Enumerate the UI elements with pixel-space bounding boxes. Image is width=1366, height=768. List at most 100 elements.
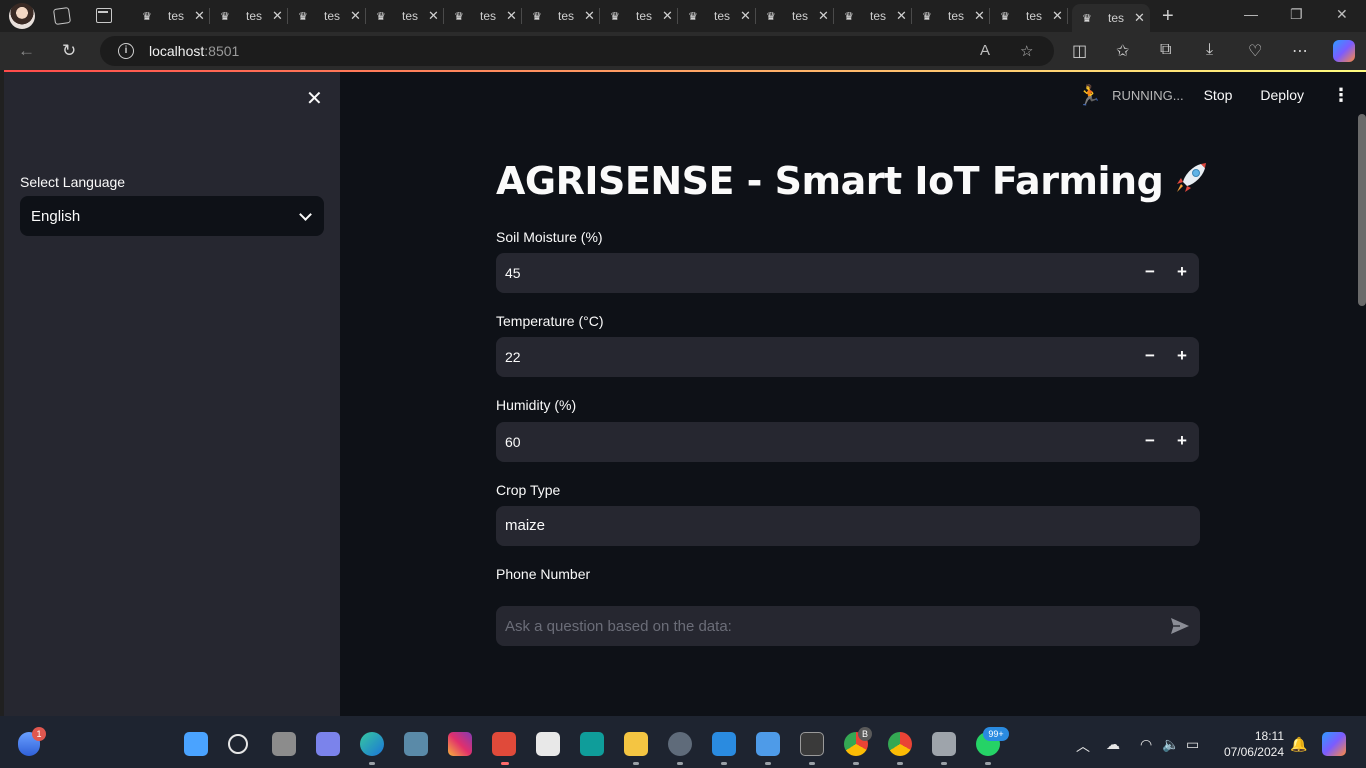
increment-button[interactable]: + xyxy=(1170,430,1194,454)
decrement-button[interactable]: − xyxy=(1138,345,1162,369)
close-tab-icon[interactable]: ✕ xyxy=(272,8,283,24)
onedrive-icon[interactable]: ☁ xyxy=(1106,736,1120,753)
clock-time: 18:11 xyxy=(1254,729,1284,743)
back-button[interactable]: ← xyxy=(18,41,35,61)
close-window-button[interactable]: ✕ xyxy=(1336,6,1348,23)
soil-moisture-value: 45 xyxy=(505,265,521,281)
snipping-tool-icon[interactable] xyxy=(536,732,560,756)
notepad-icon[interactable] xyxy=(756,732,780,756)
read-aloud-icon[interactable]: A xyxy=(980,42,990,59)
chrome-icon[interactable] xyxy=(888,732,912,756)
sidebar: ✕ Select Language English xyxy=(4,72,340,716)
close-tab-icon[interactable]: ✕ xyxy=(662,8,673,24)
volume-icon[interactable]: 🔈 xyxy=(1162,736,1179,753)
browser-tab[interactable]: ♛ tes ✕ xyxy=(366,4,444,28)
chat-input[interactable] xyxy=(496,606,1200,646)
close-sidebar-icon[interactable]: ✕ xyxy=(306,86,323,111)
close-tab-icon[interactable]: ✕ xyxy=(1052,8,1063,24)
close-tab-icon[interactable]: ✕ xyxy=(428,8,439,24)
drone-app-icon[interactable] xyxy=(404,732,428,756)
terminal-icon[interactable] xyxy=(800,732,824,756)
crop-type-input[interactable]: maize xyxy=(496,506,1200,546)
temperature-input[interactable]: 22 − + xyxy=(496,337,1199,377)
close-tab-icon[interactable]: ✕ xyxy=(740,8,751,24)
instagram-icon[interactable] xyxy=(448,732,472,756)
site-info-icon[interactable]: i xyxy=(118,43,134,59)
close-tab-icon[interactable]: ✕ xyxy=(1134,10,1145,26)
microsoft-store-icon[interactable] xyxy=(492,732,516,756)
crop-type-label: Crop Type xyxy=(496,482,561,498)
main-menu-icon[interactable]: ⋮ xyxy=(1332,85,1350,106)
vscode-icon[interactable] xyxy=(712,732,736,756)
arduino-icon[interactable] xyxy=(580,732,604,756)
favorite-star-icon[interactable]: ☆ xyxy=(1020,42,1033,60)
wifi-icon[interactable]: ◠ xyxy=(1140,736,1152,753)
file-explorer-icon[interactable] xyxy=(624,732,648,756)
split-screen-icon[interactable]: ◫ xyxy=(1072,41,1087,61)
search-icon[interactable] xyxy=(228,734,248,754)
address-bar[interactable]: i localhost:8501 A ☆ xyxy=(100,36,1054,66)
battery-icon[interactable]: ▭ xyxy=(1186,736,1199,753)
downloads-icon[interactable]: ⤓ xyxy=(1206,41,1213,59)
browser-tab[interactable]: ♛ tes ✕ xyxy=(756,4,834,28)
browser-tab[interactable]: ♛ tes ✕ xyxy=(678,4,756,28)
minimize-button[interactable]: — xyxy=(1244,6,1258,22)
close-tab-icon[interactable]: ✕ xyxy=(506,8,517,24)
notification-bell-icon[interactable]: 🔔 xyxy=(1290,736,1307,753)
browser-tab[interactable]: ♛ tes ✕ xyxy=(132,4,210,28)
close-tab-icon[interactable]: ✕ xyxy=(974,8,985,24)
profile-avatar[interactable] xyxy=(9,3,35,29)
send-icon[interactable] xyxy=(1170,617,1190,635)
url-text[interactable]: localhost:8501 xyxy=(149,43,239,59)
browser-tab[interactable]: ♛ tes ✕ xyxy=(600,4,678,28)
decrement-button[interactable]: − xyxy=(1138,261,1162,285)
workspaces-icon[interactable] xyxy=(52,6,72,26)
browser-tab[interactable]: ♛ tes ✕ xyxy=(990,4,1068,28)
streamlit-crown-icon: ♛ xyxy=(1000,10,1010,23)
show-hidden-icons-icon[interactable]: ︿ xyxy=(1076,736,1090,756)
browser-tab-active[interactable]: ♛ tes ✕ xyxy=(1072,4,1150,32)
close-tab-icon[interactable]: ✕ xyxy=(584,8,595,24)
temperature-value: 22 xyxy=(505,349,521,365)
browser-tab[interactable]: ♛ tes ✕ xyxy=(834,4,912,28)
deploy-button[interactable]: Deploy xyxy=(1260,87,1304,103)
close-tab-icon[interactable]: ✕ xyxy=(818,8,829,24)
humidity-input[interactable]: 60 − + xyxy=(496,422,1199,462)
close-tab-icon[interactable]: ✕ xyxy=(194,8,205,24)
settings-icon[interactable] xyxy=(668,732,692,756)
main-content: AGRISENSE - Smart IoT Farming Soil Moist… xyxy=(496,70,1207,716)
settings-more-icon[interactable]: ⋯ xyxy=(1292,41,1308,61)
browser-essentials-icon[interactable]: ♡ xyxy=(1248,41,1262,61)
refresh-button[interactable]: ↻ xyxy=(62,41,76,61)
edge-icon[interactable] xyxy=(360,732,384,756)
increment-button[interactable]: + xyxy=(1170,261,1194,285)
browser-tab[interactable]: ♛ tes ✕ xyxy=(288,4,366,28)
increment-button[interactable]: + xyxy=(1170,345,1194,369)
collections-icon[interactable]: ⧉ xyxy=(1160,41,1171,59)
clock[interactable]: 18:11 07/06/2024 xyxy=(1220,728,1284,760)
close-tab-icon[interactable]: ✕ xyxy=(896,8,907,24)
stop-button[interactable]: Stop xyxy=(1204,87,1233,103)
browser-tab[interactable]: ♛ tes ✕ xyxy=(522,4,600,28)
soil-moisture-input[interactable]: 45 − + xyxy=(496,253,1199,293)
task-view-icon[interactable] xyxy=(272,732,296,756)
decrement-button[interactable]: − xyxy=(1138,430,1162,454)
start-icon[interactable] xyxy=(184,732,208,756)
scrollbar-thumb[interactable] xyxy=(1358,114,1366,306)
streamlit-crown-icon: ♛ xyxy=(922,10,932,23)
teams-icon[interactable] xyxy=(316,732,340,756)
language-select[interactable]: English xyxy=(20,196,324,236)
copilot-taskbar-icon[interactable] xyxy=(1322,732,1346,756)
favorites-icon[interactable]: ✩ xyxy=(1116,41,1129,61)
restore-button[interactable]: ❐ xyxy=(1290,6,1303,23)
app-icon[interactable] xyxy=(932,732,956,756)
page-title: AGRISENSE - Smart IoT Farming xyxy=(496,158,1211,203)
close-tab-icon[interactable]: ✕ xyxy=(350,8,361,24)
new-tab-button[interactable]: + xyxy=(1162,5,1174,28)
tab-actions-icon[interactable] xyxy=(96,8,112,23)
copilot-icon[interactable] xyxy=(1333,40,1355,62)
browser-tab[interactable]: ♛ tes ✕ xyxy=(912,4,990,28)
browser-tab[interactable]: ♛ tes ✕ xyxy=(444,4,522,28)
browser-tab[interactable]: ♛ tes ✕ xyxy=(210,4,288,28)
clock-date: 07/06/2024 xyxy=(1223,745,1284,759)
